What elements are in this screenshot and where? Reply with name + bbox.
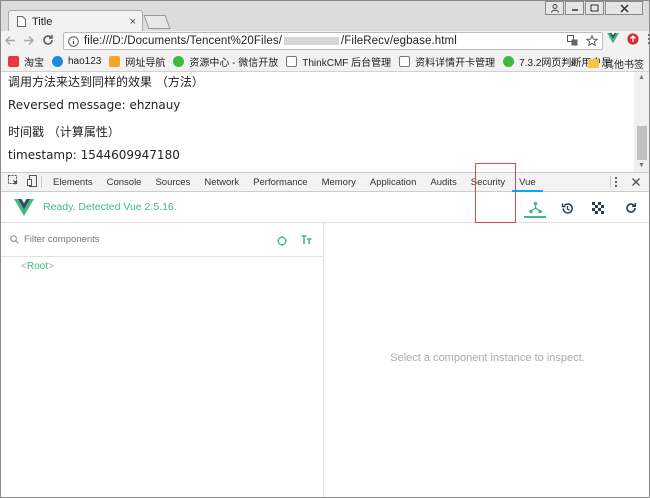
reload-icon[interactable] [38,34,57,49]
tree-node-label: Root [26,261,48,272]
history-icon [561,202,573,214]
page-line: Reversed message: ehznauy [8,98,181,112]
vue-devtools-extension-icon[interactable] [607,33,619,44]
url-prefix: file:///D:/Documents/Tencent%20Files/ [84,35,283,47]
empty-inspector-message: Select a component instance to inspect. [390,352,585,364]
page-icon [399,56,411,67]
components-tree-icon [528,201,542,213]
redacted-segment [284,36,340,45]
tab-vue[interactable]: Vue [512,173,543,192]
taobao-icon [8,56,19,67]
bookmark-item[interactable]: 网址导航 [109,54,165,69]
window-titlebar: Title × [0,0,650,32]
scrollbar-thumb[interactable] [637,126,647,160]
events-grid-icon [592,202,604,214]
bookmarks-more-button[interactable]: » [570,58,576,69]
tab-console[interactable]: Console [100,173,149,192]
page-icon [17,16,26,27]
device-toolbar-icon[interactable] [27,174,37,190]
filter-components-input[interactable] [24,234,244,245]
tab-elements[interactable]: Elements [46,173,100,192]
separator [41,176,42,188]
window-controls [544,1,643,15]
vue-devtools-header: Ready. Detected Vue 2.5.16. [0,192,650,223]
url-suffix: /FileRecv/egbase.html [341,35,457,47]
vue-logo-icon [14,199,34,216]
nav-icon [109,56,121,67]
star-icon[interactable] [585,34,599,49]
bookmark-item[interactable]: 资料详情开卡管理 [399,54,495,69]
minimize-icon[interactable] [565,1,584,15]
tab-audits[interactable]: Audits [423,173,463,192]
wechat-icon [173,56,185,67]
vue-status-text: Ready. Detected Vue 2.5.16. [43,201,177,213]
components-tab-button[interactable] [524,198,546,218]
hao123-icon [52,56,63,67]
components-pane: <Root> [0,223,324,498]
globe-icon [503,56,515,67]
bookmark-item[interactable]: ThinkCMF 后台管理 [286,54,391,69]
highlight-annotation [475,163,516,223]
tab-network[interactable]: Network [197,173,246,192]
user-icon[interactable] [545,1,564,15]
folder-icon [588,59,599,68]
devtools-menu-icon[interactable] [614,176,618,191]
other-bookmarks[interactable]: 其他书签 [604,56,644,71]
devtools-tabbar: Elements Console Sources Network Perform… [0,172,650,192]
page-content: 调用方法来达到同样的效果 （方法） Reversed message: ehzn… [0,72,634,172]
bookmarks-bar: 淘宝 hao123 网址导航 资源中心 - 微信开放 ThinkCMF 后台管理… [0,52,650,72]
filter-bar [0,223,323,257]
page-icon [286,56,298,67]
forward-icon[interactable] [19,34,38,49]
bookmark-item[interactable]: 淘宝 [8,54,44,69]
page-scrollbar[interactable]: ▲ ▼ [634,72,650,172]
address-bar[interactable]: file:///D:/Documents/Tencent%20Files/ /Fi… [63,32,603,50]
scroll-up-icon[interactable]: ▲ [638,74,645,81]
tab-memory[interactable]: Memory [315,173,363,192]
maximize-icon[interactable] [585,1,604,15]
refresh-icon [626,203,637,213]
extension-icons [607,33,650,45]
back-icon[interactable] [0,34,19,49]
info-icon [68,35,79,47]
tab-sources[interactable]: Sources [148,173,197,192]
new-tab-button[interactable] [143,15,171,29]
inspector-pane: Select a component instance to inspect. [325,223,650,498]
refresh-button[interactable] [620,198,642,218]
inspect-element-icon[interactable] [8,175,19,189]
devtools-close-icon[interactable] [631,177,641,190]
search-icon [10,235,19,244]
browser-toolbar: file:///D:/Documents/Tencent%20Files/ /Fi… [0,31,650,52]
tab-close-icon[interactable]: × [130,16,136,28]
tree-node-root[interactable]: <Root> [21,261,54,272]
scroll-down-icon[interactable]: ▼ [638,162,645,169]
bookmark-item[interactable]: hao123 [52,56,101,67]
events-tab-button[interactable] [587,198,609,218]
select-component-icon[interactable] [277,235,287,249]
page-line: 调用方法来达到同样的效果 （方法） [8,75,204,89]
page-line: 时间戳 （计算属性） [8,125,120,139]
bookmark-item[interactable]: 资源中心 - 微信开放 [173,54,278,69]
tab-application[interactable]: Application [363,173,423,192]
tab-performance[interactable]: Performance [246,173,314,192]
bookmarks-overflow: » 其他书签 [570,56,644,71]
page-line: timestamp: 1544609947180 [8,148,180,162]
tab-title: Title [32,15,53,28]
format-names-icon[interactable] [301,234,312,248]
separator [610,176,611,188]
vuex-tab-button[interactable] [556,198,578,218]
upload-extension-icon[interactable] [627,33,639,45]
browser-tab[interactable]: Title × [8,10,143,32]
tag-bracket: > [47,261,54,272]
url-text: file:///D:/Documents/Tencent%20Files/ /Fi… [84,35,457,47]
translate-icon[interactable] [567,35,578,49]
window-close-icon[interactable] [605,1,643,15]
